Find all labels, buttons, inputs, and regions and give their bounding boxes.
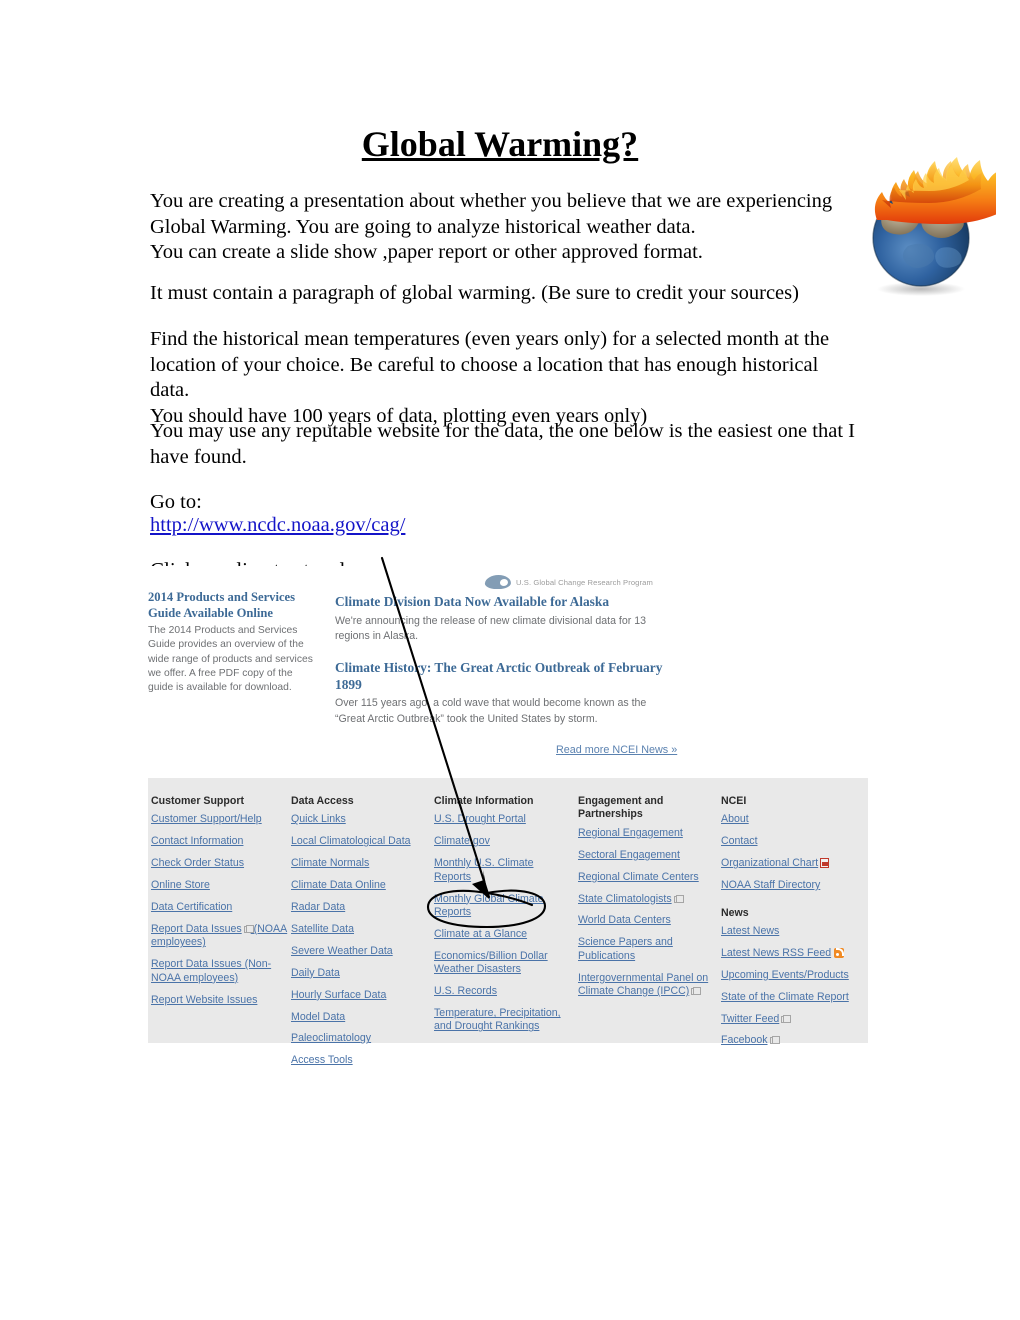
news-item-body: We're announcing the release of new clim… [335, 614, 646, 642]
footer-link-label: State Climatologists [578, 892, 672, 905]
usgcrp-logo: U.S. Global Change Research Program [484, 575, 653, 589]
footer-link[interactable]: Monthly U.S. Climate Reports [434, 857, 570, 884]
usgcrp-mark-icon [484, 575, 512, 589]
footer-link-label: Organizational Chart [721, 857, 819, 870]
footer-link[interactable]: Organizational Chart [721, 857, 861, 870]
external-link-icon [691, 987, 702, 996]
news-item: Climate History: The Great Arctic Outbre… [335, 660, 670, 727]
external-link-icon [243, 924, 254, 933]
footer-link-label: Facebook [721, 1034, 768, 1047]
read-more-news-link[interactable]: Read more NCEI News » [556, 744, 677, 756]
footer-link[interactable]: Upcoming Events/Products [721, 969, 861, 982]
paragraph-goto: Go to: [150, 491, 202, 513]
footer-link[interactable]: Climate.gov [434, 835, 570, 848]
footer-link[interactable]: Climate Data Online [291, 879, 431, 892]
ncdc-cag-link[interactable]: http://www.ncdc.noaa.gov/cag/ [150, 513, 405, 539]
news-left-heading[interactable]: 2014 Products and Services Guide Availab… [148, 590, 318, 621]
footer-link[interactable]: Daily Data [291, 967, 431, 980]
footer-link[interactable]: Radar Data [291, 901, 431, 914]
footer-link[interactable]: State Climatologists [578, 893, 716, 906]
news-item-heading[interactable]: Climate History: The Great Arctic Outbre… [335, 660, 670, 693]
footer-link[interactable]: Monthly Global Climate Reports [434, 893, 570, 920]
news-section: U.S. Global Change Research Program 2014… [145, 566, 870, 778]
footer-link[interactable]: Data Certification [151, 901, 291, 914]
rss-icon [834, 947, 845, 958]
footer-link[interactable]: Satellite Data [291, 923, 431, 936]
footer-column-engagement: Engagement and Partnerships Regional Eng… [578, 795, 716, 1007]
footer-link[interactable]: Hourly Surface Data [291, 989, 431, 1002]
site-footer: Customer Support Customer Support/Help C… [148, 778, 868, 1066]
footer-link[interactable]: Model Data [291, 1011, 431, 1024]
footer-link[interactable]: State of the Climate Report [721, 991, 861, 1004]
footer-column-ncei: NCEI About Contact Organizational Chart … [721, 795, 861, 1056]
noaa-website-screenshot: U.S. Global Change Research Program 2014… [145, 566, 870, 1066]
footer-link[interactable]: NOAA Staff Directory [721, 879, 861, 892]
footer-subheading-news: News [721, 906, 749, 919]
usgcrp-logo-text: U.S. Global Change Research Program [516, 577, 653, 587]
footer-link[interactable]: Latest News [721, 925, 861, 938]
footer-link[interactable]: Report Data Issues (Non-NOAA employees) [151, 958, 291, 985]
paragraph-data-instructions: Find the historical mean temperatures (e… [150, 328, 830, 427]
footer-link[interactable]: Severe Weather Data [291, 945, 431, 958]
paragraph-requirement: It must contain a paragraph of global wa… [150, 282, 799, 304]
news-column-main: Climate Division Data Now Available for … [335, 594, 670, 743]
footer-column-data-access: Data Access Quick Links Local Climatolog… [291, 795, 431, 1076]
footer-link[interactable]: Contact Information [151, 835, 291, 848]
footer-link[interactable]: Latest News RSS Feed [721, 947, 861, 960]
footer-link[interactable]: U.S. Records [434, 985, 570, 998]
footer-link[interactable]: Access Tools [291, 1054, 431, 1067]
footer-column-customer-support: Customer Support Customer Support/Help C… [151, 795, 291, 1015]
footer-link[interactable]: Online Store [151, 879, 291, 892]
footer-link[interactable]: Paleoclimatology [291, 1032, 431, 1045]
footer-link[interactable]: Facebook [721, 1034, 861, 1047]
footer-link[interactable]: Customer Support/Help [151, 813, 291, 826]
footer-link[interactable]: Regional Engagement [578, 827, 716, 840]
news-item: Climate Division Data Now Available for … [335, 594, 670, 644]
footer-link[interactable]: Sectoral Engagement [578, 849, 716, 862]
footer-column-heading: Data Access [291, 795, 354, 807]
footer-link[interactable]: Climate Normals [291, 857, 431, 870]
footer-link[interactable]: Contact [721, 835, 861, 848]
footer-link-label: Report Data Issues [151, 922, 242, 935]
paragraph-intro: You are creating a presentation about wh… [150, 190, 833, 263]
news-item-body: Over 115 years ago, a cold wave that wou… [335, 697, 647, 725]
news-item-heading[interactable]: Climate Division Data Now Available for … [335, 594, 670, 611]
footer-link[interactable]: Check Order Status [151, 857, 291, 870]
footer-link[interactable]: Intergovernmental Panel on Climate Chang… [578, 972, 716, 999]
pdf-icon [820, 858, 830, 869]
news-column-left: 2014 Products and Services Guide Availab… [148, 590, 318, 695]
footer-link[interactable]: Report Website Issues [151, 994, 291, 1007]
footer-link[interactable]: About [721, 813, 861, 826]
footer-column-climate-information: Climate Information U.S. Drought Portal … [434, 795, 570, 1042]
footer-link-label: Intergovernmental Panel on Climate Chang… [578, 971, 709, 998]
footer-column-heading: Customer Support [151, 795, 244, 807]
footer-link[interactable]: Quick Links [291, 813, 431, 826]
burning-earth-globe-image [846, 128, 1015, 300]
footer-link[interactable]: Report Data Issues (NOAA employees) [151, 923, 291, 950]
document-page: Global Warming? You are creating a prese… [0, 0, 1020, 1320]
external-link-icon [673, 894, 684, 903]
footer-column-heading: NCEI [721, 795, 747, 807]
footer-link-climate-at-a-glance[interactable]: Climate at a Glance [434, 928, 570, 941]
footer-link[interactable]: Temperature, Precipitation, and Drought … [434, 1007, 570, 1034]
external-link-icon [769, 1036, 780, 1045]
page-title-text: Global Warming? [361, 124, 639, 164]
footer-link-label: Latest News RSS Feed [721, 946, 832, 959]
footer-link-label: Twitter Feed [721, 1012, 780, 1025]
footer-link[interactable]: U.S. Drought Portal [434, 813, 570, 826]
paragraph-website-note: You may use any reputable website for th… [150, 420, 855, 468]
footer-column-heading: Climate Information [434, 795, 534, 807]
news-left-body: The 2014 Products and Services Guide pro… [148, 625, 313, 694]
footer-link[interactable]: Economics/Billion Dollar Weather Disaste… [434, 950, 570, 977]
footer-link[interactable]: Local Climatological Data [291, 835, 431, 848]
footer-column-heading: Engagement and Partnerships [578, 795, 664, 821]
page-title: Global Warming? [150, 122, 850, 166]
external-link-icon [781, 1014, 792, 1023]
footer-link[interactable]: Regional Climate Centers [578, 871, 716, 884]
footer-link[interactable]: World Data Centers [578, 914, 716, 927]
footer-link[interactable]: Twitter Feed [721, 1013, 861, 1026]
footer-link[interactable]: Science Papers and Publications [578, 936, 716, 963]
